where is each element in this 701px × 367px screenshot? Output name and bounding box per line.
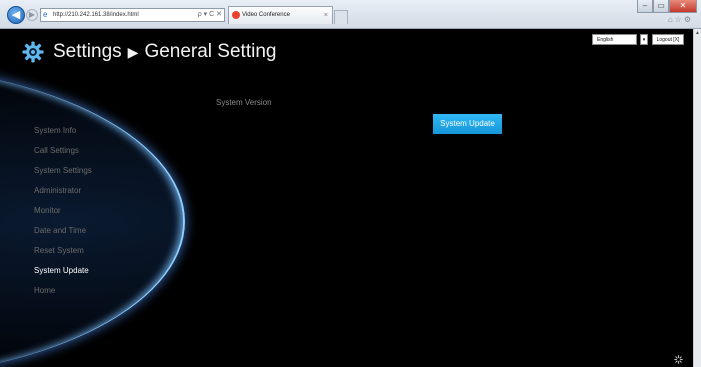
gear-icon xyxy=(22,41,44,63)
scroll-up-icon[interactable]: ▲ xyxy=(694,29,701,37)
new-tab-button[interactable] xyxy=(334,10,348,24)
tab-title: Video Conference xyxy=(242,12,290,18)
title-section: Settings xyxy=(53,41,122,62)
sidebar-item-date-and-time[interactable]: Date and Time xyxy=(34,225,92,245)
title-subsection: General Setting xyxy=(144,41,277,62)
address-url: http://210.242.161.38/index.html xyxy=(53,12,139,18)
page-content: Settings ▶ General Setting English ▾ Log… xyxy=(0,29,693,367)
ie-icon: e xyxy=(43,10,48,19)
system-update-button[interactable]: System Update xyxy=(433,114,502,134)
tab-video-conference[interactable]: Video Conference × xyxy=(228,6,333,24)
page-title: Settings ▶ General Setting xyxy=(22,41,276,63)
tab-close-icon[interactable]: × xyxy=(324,7,328,24)
ie-tab-icon xyxy=(232,11,240,19)
system-version-label: System Version xyxy=(216,98,272,107)
sidebar-menu: System Info Call Settings System Setting… xyxy=(34,125,92,305)
loading-spinner-icon xyxy=(674,355,683,364)
sidebar-item-administrator[interactable]: Administrator xyxy=(34,185,92,205)
language-select[interactable]: English xyxy=(592,34,637,45)
forward-button[interactable]: ▶ xyxy=(26,9,38,21)
minimize-button[interactable]: – xyxy=(637,0,653,13)
decorative-orb xyxy=(0,64,185,367)
logout-button[interactable]: Logout [X] xyxy=(652,34,684,45)
title-separator: ▶ xyxy=(127,43,139,60)
back-button[interactable]: ◀ xyxy=(7,6,25,24)
window-controls: – ▭ ✕ xyxy=(637,0,697,13)
sidebar-item-home[interactable]: Home xyxy=(34,285,92,305)
maximize-button[interactable]: ▭ xyxy=(653,0,669,13)
sidebar-item-call-settings[interactable]: Call Settings xyxy=(34,145,92,165)
sidebar-item-system-info[interactable]: System Info xyxy=(34,125,92,145)
chevron-down-icon[interactable]: ▾ xyxy=(640,34,648,45)
address-bar[interactable]: e http://210.242.161.38/index.html ρ ▾ C… xyxy=(40,8,225,22)
sidebar-item-monitor[interactable]: Monitor xyxy=(34,205,92,225)
address-controls[interactable]: ρ ▾ C ✕ xyxy=(198,9,222,21)
close-button[interactable]: ✕ xyxy=(669,0,697,13)
sidebar-item-system-update[interactable]: System Update xyxy=(34,265,92,285)
sidebar-item-system-settings[interactable]: System Settings xyxy=(34,165,92,185)
vertical-scrollbar[interactable]: ▲ xyxy=(693,29,701,367)
home-favorites-settings-icons[interactable]: ⌂☆⚙ xyxy=(668,15,693,24)
sidebar-item-reset-system[interactable]: Reset System xyxy=(34,245,92,265)
browser-toolbar: ◀ ▶ e http://210.242.161.38/index.html ρ… xyxy=(0,0,701,29)
